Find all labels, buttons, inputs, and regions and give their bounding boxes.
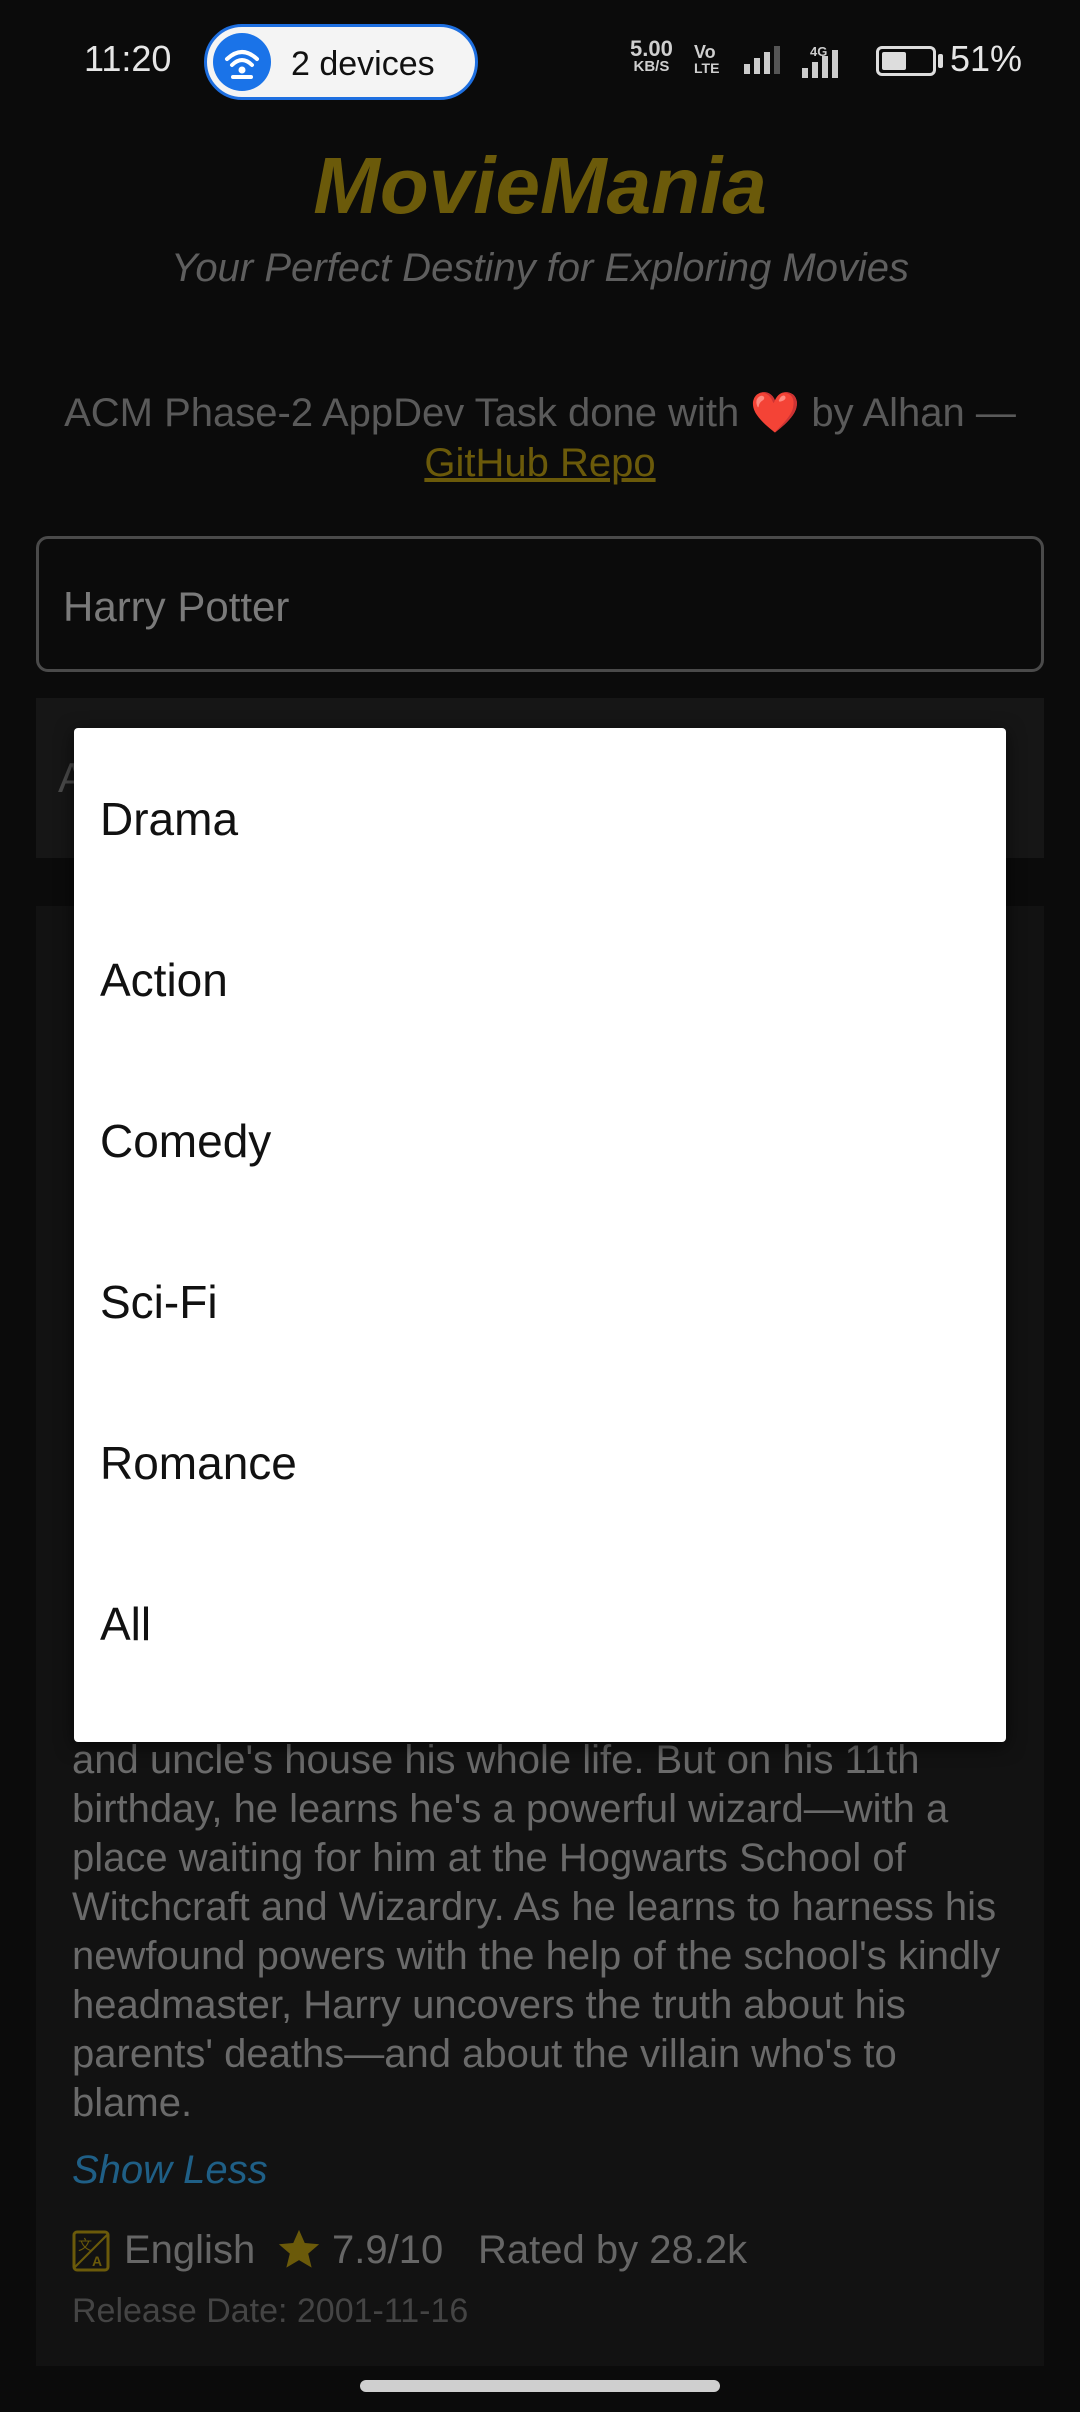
genre-option-drama[interactable]: Drama	[74, 736, 1006, 897]
genre-option-romance[interactable]: Romance	[74, 1380, 1006, 1541]
movie-rating: 7.9/10	[332, 2228, 444, 2272]
network-speed-unit: KB/S	[633, 58, 670, 75]
status-time: 11:20	[84, 38, 172, 79]
genre-option-comedy[interactable]: Comedy	[74, 1058, 1006, 1219]
battery-icon	[876, 46, 936, 76]
credit-author: by Alhan —	[811, 391, 1016, 435]
hotspot-devices-label: 2 devices	[291, 45, 435, 83]
credit-line: ACM Phase-2 AppDev Task done with ❤️ by …	[0, 388, 1080, 488]
battery-fill	[882, 52, 906, 70]
genre-option-label: All	[100, 1598, 152, 1650]
status-bar: 11:20 2 devices 5.00 KB/S Vo LTE 4G 51%	[0, 0, 1080, 124]
heart-icon: ❤️	[750, 391, 801, 435]
genre-option-label: Action	[100, 954, 228, 1006]
signal-strength-icon	[742, 44, 786, 76]
star-icon	[276, 2226, 322, 2272]
battery-percent: 51%	[950, 38, 1023, 79]
app-subtitle: Your Perfect Destiny for Exploring Movie…	[170, 246, 910, 290]
genre-option-scifi[interactable]: Sci-Fi	[74, 1219, 1006, 1380]
svg-text:A: A	[92, 2253, 102, 2269]
signal-4g-icon: 4G	[800, 44, 844, 78]
github-repo-link[interactable]: GitHub Repo	[424, 441, 655, 485]
search-input-value: Harry Potter	[63, 583, 290, 630]
genre-options-dialog: Drama Action Comedy Sci-Fi Romance All	[74, 728, 1006, 1742]
search-input[interactable]: Harry Potter	[36, 536, 1044, 672]
genre-option-label: Sci-Fi	[100, 1276, 218, 1328]
app-title: MovieMania	[313, 141, 767, 230]
genre-option-label: Romance	[100, 1437, 297, 1489]
credit-text: ACM Phase-2 AppDev Task done with	[64, 391, 740, 435]
genre-option-label: Comedy	[100, 1115, 272, 1167]
movie-release-date: Release Date: 2001-11-16	[72, 2292, 469, 2330]
movie-rated-by: Rated by 28.2k	[478, 2228, 748, 2272]
volte-indicator: Vo LTE	[694, 42, 720, 76]
translate-icon: 文 A	[72, 2228, 112, 2274]
genre-option-action[interactable]: Action	[74, 897, 1006, 1058]
home-indicator[interactable]	[360, 2380, 720, 2392]
volte-bottom: LTE	[694, 60, 720, 76]
show-less-link[interactable]: Show Less	[72, 2148, 268, 2193]
wifi-hotspot-icon	[213, 33, 271, 91]
volte-top: Vo	[694, 42, 716, 62]
genre-option-label: Drama	[100, 793, 239, 845]
svg-text:文: 文	[78, 2238, 92, 2254]
battery-tip	[938, 54, 943, 68]
genre-option-all[interactable]: All	[74, 1541, 1006, 1702]
network-speed-value: 5.00	[630, 36, 673, 61]
movie-language: English	[124, 2228, 256, 2272]
network-speed: 5.00 KB/S	[630, 36, 673, 76]
hotspot-devices-pill[interactable]: 2 devices	[204, 24, 478, 100]
movie-overview: and uncle's house his whole life. But on…	[72, 1738, 1001, 2125]
